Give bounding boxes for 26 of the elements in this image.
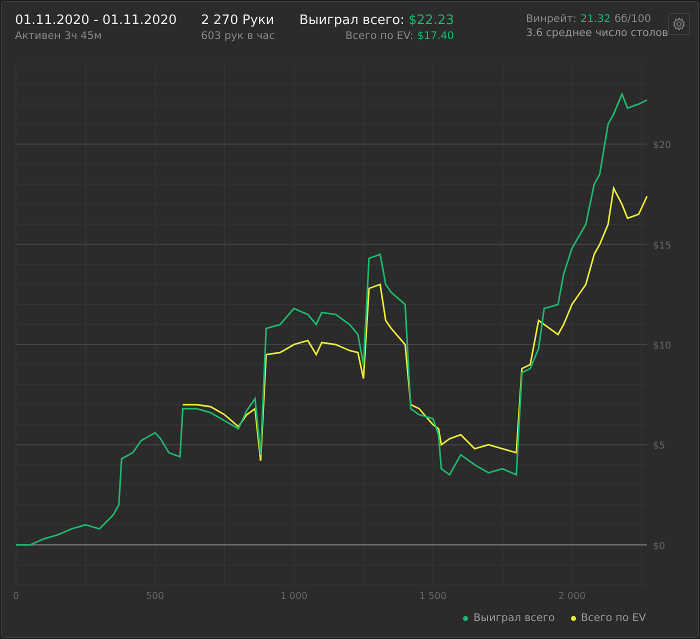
date-range: 01.11.2020 - 01.11.2020 xyxy=(15,13,178,28)
won-value: $22.23 xyxy=(408,13,454,28)
hands-per-hour: 603 рук в час xyxy=(201,30,276,42)
ev-value: $17.40 xyxy=(417,30,454,42)
winrate-label: Винрейт: xyxy=(526,13,576,25)
x-axis-label: 1 500 xyxy=(419,591,447,602)
legend-label[interactable]: Выиграл всего xyxy=(473,612,555,624)
y-axis-label: $15 xyxy=(653,240,672,252)
y-axis-label: $0 xyxy=(653,540,666,552)
settings-button[interactable] xyxy=(668,13,690,35)
x-axis-label: 1 000 xyxy=(280,591,308,602)
won-label: Выиграл всего: xyxy=(299,13,404,28)
y-axis-label: $5 xyxy=(653,440,666,452)
y-axis-label: $10 xyxy=(653,340,672,352)
x-axis-label: 500 xyxy=(146,591,164,602)
hands-count: 2 270 Руки xyxy=(201,13,276,28)
legend-label[interactable]: Всего по EV xyxy=(580,612,646,624)
winrate-unit: бб/100 xyxy=(614,13,652,25)
active-time: Активен 3ч 45м xyxy=(15,30,103,42)
x-axis-label: 0 xyxy=(12,591,20,602)
winrate-value: 21.32 xyxy=(580,13,611,25)
x-axis-label: 2 000 xyxy=(558,591,586,602)
ev-label: Всего по EV: xyxy=(345,30,414,42)
average-tables: 3.6 среднее число столов xyxy=(526,27,666,39)
settings-icon xyxy=(672,17,686,31)
y-axis-label: $20 xyxy=(653,140,672,152)
